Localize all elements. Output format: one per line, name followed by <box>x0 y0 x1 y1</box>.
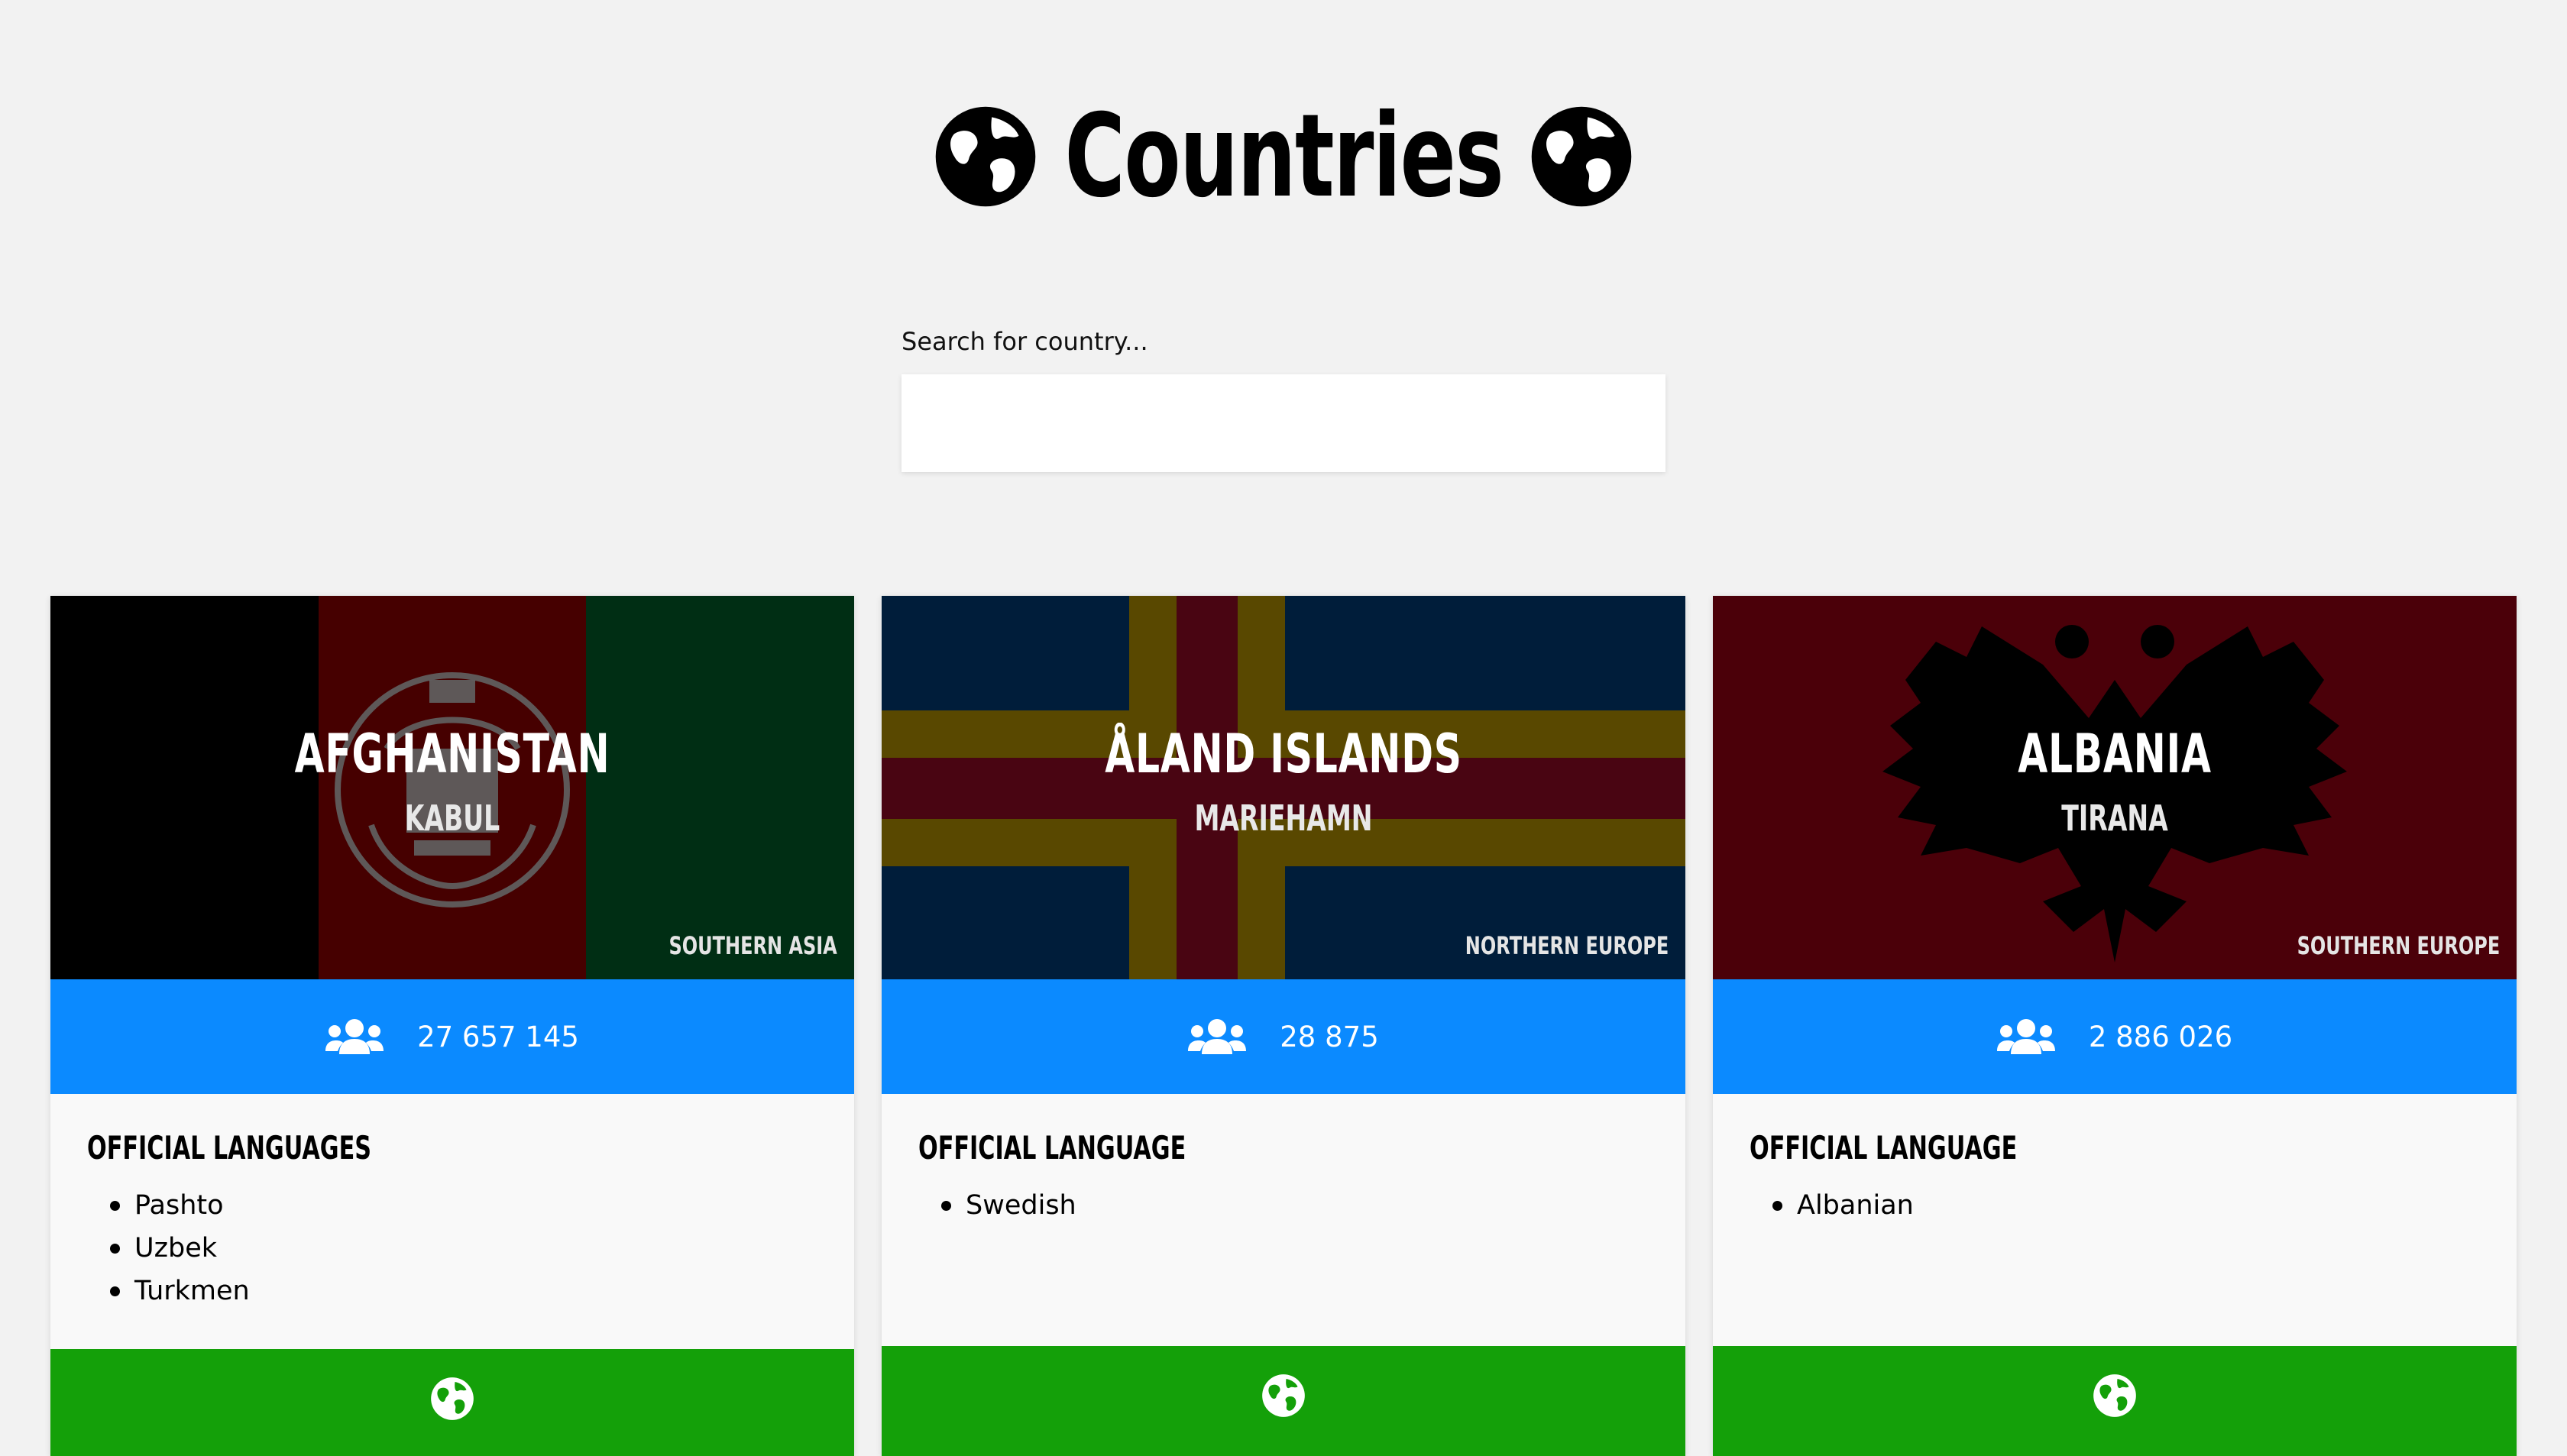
globe-icon <box>935 106 1035 207</box>
globe-icon <box>431 1377 474 1420</box>
country-name: ÅLAND ISLANDS <box>1105 723 1462 785</box>
country-card[interactable]: AFGHANISTAN KABUL SOUTHERN ASIA 27 657 1… <box>50 596 854 1456</box>
map-link-button[interactable] <box>882 1346 1685 1456</box>
map-link-button[interactable] <box>50 1349 854 1456</box>
language-item: Swedish <box>918 1184 1076 1227</box>
population-bar: 27 657 145 <box>50 979 854 1094</box>
population-value: 2 886 026 <box>2088 1020 2233 1053</box>
country-card[interactable]: ÅLAND ISLANDS MARIEHAMN NORTHERN EUROPE … <box>882 596 1685 1456</box>
capital-name: KABUL <box>404 798 500 839</box>
capital-name: TIRANA <box>2061 798 2168 839</box>
page-title: Countries <box>1064 90 1504 223</box>
region-label: SOUTHERN EUROPE <box>2297 931 2500 960</box>
aland-flag: ÅLAND ISLANDS MARIEHAMN NORTHERN EUROPE <box>882 596 1685 979</box>
search-input[interactable] <box>902 374 1665 472</box>
globe-icon <box>2093 1374 2136 1417</box>
language-item: Uzbek <box>87 1227 250 1270</box>
map-link-button[interactable] <box>1713 1346 2517 1456</box>
country-name: AFGHANISTAN <box>294 723 610 785</box>
search-label: Search for country... <box>902 327 1148 356</box>
capital-name: MARIEHAMN <box>1194 798 1373 839</box>
languages-list: Swedish <box>918 1184 1076 1227</box>
languages-list: Albanian <box>1750 1184 1914 1227</box>
afghanistan-flag: AFGHANISTAN KABUL SOUTHERN ASIA <box>50 596 854 979</box>
languages-list: Pashto Uzbek Turkmen <box>87 1184 250 1312</box>
country-card[interactable]: ALBANIA TIRANA SOUTHERN EUROPE 2 886 026… <box>1713 596 2517 1456</box>
albania-flag: ALBANIA TIRANA SOUTHERN EUROPE <box>1713 596 2517 979</box>
population-value: 27 657 145 <box>417 1020 579 1053</box>
page-header: Countries <box>0 92 2567 222</box>
language-item: Pashto <box>87 1184 250 1227</box>
languages-heading: OFFICIAL LANGUAGE <box>1750 1129 2018 1166</box>
region-label: NORTHERN EUROPE <box>1465 931 1669 960</box>
language-item: Albanian <box>1750 1184 1914 1227</box>
population-bar: 28 875 <box>882 979 1685 1094</box>
globe-icon <box>1262 1374 1305 1417</box>
users-icon <box>1188 1019 1247 1054</box>
languages-heading: OFFICIAL LANGUAGE <box>918 1129 1186 1166</box>
users-icon <box>1996 1019 2055 1054</box>
languages-heading: OFFICIAL LANGUAGES <box>87 1129 372 1166</box>
users-icon <box>325 1019 384 1054</box>
globe-icon <box>1532 106 1632 207</box>
population-value: 28 875 <box>1280 1020 1379 1053</box>
country-name: ALBANIA <box>2018 723 2212 785</box>
population-bar: 2 886 026 <box>1713 979 2517 1094</box>
language-item: Turkmen <box>87 1270 250 1312</box>
region-label: SOUTHERN ASIA <box>668 931 837 960</box>
